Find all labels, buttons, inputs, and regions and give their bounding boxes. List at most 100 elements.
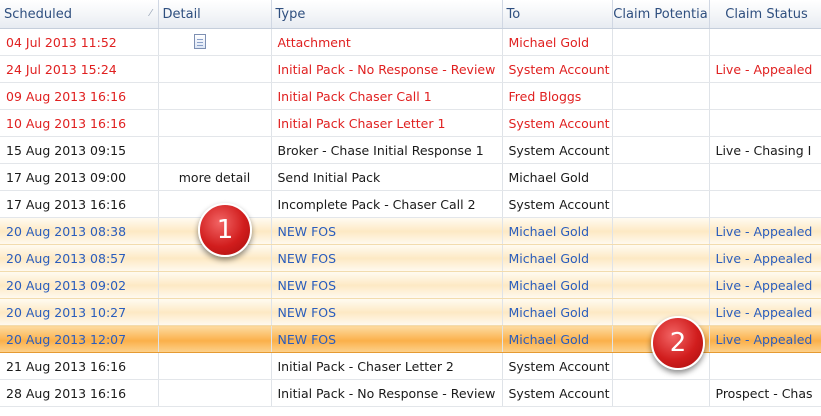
- sort-indicator-icon: ⁄: [149, 8, 152, 19]
- column-header-claim-status[interactable]: Claim Status: [709, 0, 821, 29]
- column-header-to[interactable]: To: [502, 0, 613, 29]
- column-header-scheduled[interactable]: Scheduled ⁄: [0, 0, 159, 29]
- claim-status-cell: [709, 82, 821, 110]
- claim-status-cell: Live - Appealed: [709, 217, 821, 245]
- to-cell: System Account: [502, 136, 613, 164]
- claim-status-cell: Live - Appealed: [709, 55, 821, 83]
- claim-potential-cell: [612, 28, 710, 56]
- scheduled-cell: 04 Jul 2013 11:52: [0, 28, 159, 56]
- to-cell: System Account: [502, 352, 613, 380]
- detail-cell: more detail: [158, 163, 272, 191]
- claim-status-cell: [709, 163, 821, 191]
- scheduled-cell: 20 Aug 2013 09:02: [0, 271, 159, 299]
- type-cell: Initial Pack Chaser Letter 1: [271, 109, 503, 137]
- scheduled-cell: 28 Aug 2013 16:16: [0, 379, 159, 407]
- table-row[interactable]: 17 Aug 2013 09:00 more detail Send Initial…: [0, 163, 821, 191]
- scheduled-cell: 20 Aug 2013 10:27: [0, 298, 159, 326]
- claim-status-cell: Prospect - Chas: [709, 379, 821, 407]
- claim-status-cell: Live - Chasing I: [709, 136, 821, 164]
- detail-cell: [158, 271, 272, 299]
- type-cell: Send Initial Pack: [271, 163, 503, 191]
- claim-status-cell: Live - Appealed: [709, 325, 821, 353]
- activity-grid: Scheduled ⁄ Detail Type To Claim Potentia…: [0, 0, 821, 416]
- column-header-detail[interactable]: Detail: [158, 0, 272, 29]
- header-row: Scheduled ⁄ Detail Type To Claim Potentia…: [0, 0, 821, 29]
- type-cell: Initial Pack - No Response - Review: [271, 55, 503, 83]
- to-cell: Michael Gold: [502, 271, 613, 299]
- detail-cell: [158, 55, 272, 83]
- scheduled-cell: 09 Aug 2013 16:16: [0, 82, 159, 110]
- table-row[interactable]: 24 Jul 2013 15:24 Initial Pack - No Respo…: [0, 55, 821, 83]
- to-cell: Michael Gold: [502, 244, 613, 272]
- claim-potential-cell: [612, 82, 710, 110]
- type-cell: NEW FOS: [271, 217, 503, 245]
- claim-status-cell: [709, 352, 821, 380]
- scheduled-cell: 10 Aug 2013 16:16: [0, 109, 159, 137]
- to-cell: Michael Gold: [502, 163, 613, 191]
- type-cell: Attachment: [271, 28, 503, 56]
- to-cell: System Account: [502, 109, 613, 137]
- document-icon[interactable]: [193, 34, 206, 49]
- detail-cell: [158, 325, 272, 353]
- type-cell: NEW FOS: [271, 298, 503, 326]
- claim-potential-cell: [612, 136, 710, 164]
- to-cell: Fred Bloggs: [502, 82, 613, 110]
- to-cell: Michael Gold: [502, 217, 613, 245]
- detail-cell: [158, 298, 272, 326]
- claim-status-cell: [709, 190, 821, 218]
- to-cell: Michael Gold: [502, 28, 613, 56]
- type-cell: NEW FOS: [271, 244, 503, 272]
- detail-cell: [158, 379, 272, 407]
- scheduled-cell: 20 Aug 2013 12:07: [0, 325, 159, 353]
- table-row[interactable]: 20 Aug 2013 08:57 NEW FOS Michael Gold Live…: [0, 244, 821, 272]
- to-cell: Michael Gold: [502, 325, 613, 353]
- claim-status-cell: Live - Appealed: [709, 271, 821, 299]
- callout-badge-2: 2: [651, 316, 705, 370]
- claim-status-cell: [709, 28, 821, 56]
- table-row[interactable]: 28 Aug 2013 16:16 Initial Pack - No Respo…: [0, 379, 821, 407]
- scheduled-cell: 21 Aug 2013 16:16: [0, 352, 159, 380]
- detail-cell: [158, 352, 272, 380]
- claim-potential-cell: [612, 379, 710, 407]
- detail-cell: [158, 109, 272, 137]
- type-cell: Initial Pack - Chaser Letter 2: [271, 352, 503, 380]
- scheduled-cell: 15 Aug 2013 09:15: [0, 136, 159, 164]
- type-cell: NEW FOS: [271, 325, 503, 353]
- table-row[interactable]: 20 Aug 2013 08:38 NEW FOS Michael Gold Live…: [0, 217, 821, 245]
- detail-cell: [158, 28, 272, 56]
- claim-potential-cell: [612, 109, 710, 137]
- claim-status-cell: Live - Appealed: [709, 298, 821, 326]
- scheduled-cell: 17 Aug 2013 09:00: [0, 163, 159, 191]
- claim-potential-cell: [612, 55, 710, 83]
- type-cell: Initial Pack - No Response - Review: [271, 379, 503, 407]
- column-header-claim-potential[interactable]: Claim Potentia: [612, 0, 710, 29]
- to-cell: System Account: [502, 379, 613, 407]
- to-cell: System Account: [502, 190, 613, 218]
- detail-cell: [158, 82, 272, 110]
- claim-potential-cell: [612, 271, 710, 299]
- claim-potential-cell: [612, 163, 710, 191]
- type-cell: Initial Pack Chaser Call 1: [271, 82, 503, 110]
- type-cell: NEW FOS: [271, 271, 503, 299]
- claim-potential-cell: [612, 244, 710, 272]
- scheduled-cell: 24 Jul 2013 15:24: [0, 55, 159, 83]
- table-row[interactable]: 15 Aug 2013 09:15 Broker - Chase Initial …: [0, 136, 821, 164]
- type-cell: Incomplete Pack - Chaser Call 2: [271, 190, 503, 218]
- callout-badge-1: 1: [198, 203, 252, 257]
- table-row[interactable]: 09 Aug 2013 16:16 Initial Pack Chaser Cal…: [0, 82, 821, 110]
- type-cell: Broker - Chase Initial Response 1: [271, 136, 503, 164]
- claim-potential-cell: [612, 190, 710, 218]
- column-header-type[interactable]: Type: [271, 0, 503, 29]
- to-cell: System Account: [502, 55, 613, 83]
- table-row[interactable]: 10 Aug 2013 16:16 Initial Pack Chaser Let…: [0, 109, 821, 137]
- claim-status-cell: Live - Appealed: [709, 244, 821, 272]
- to-cell: Michael Gold: [502, 298, 613, 326]
- scheduled-cell: 20 Aug 2013 08:38: [0, 217, 159, 245]
- table-row[interactable]: 20 Aug 2013 09:02 NEW FOS Michael Gold Live…: [0, 271, 821, 299]
- detail-cell: [158, 136, 272, 164]
- table-row[interactable]: 17 Aug 2013 16:16 Incomplete Pack - Chase…: [0, 190, 821, 218]
- scheduled-cell: 17 Aug 2013 16:16: [0, 190, 159, 218]
- table-row[interactable]: 04 Jul 2013 11:52 Attachment Michael Gold: [0, 28, 821, 56]
- table-row[interactable]: 20 Aug 2013 10:27 NEW FOS Michael Gold Live…: [0, 298, 821, 326]
- claim-status-cell: [709, 109, 821, 137]
